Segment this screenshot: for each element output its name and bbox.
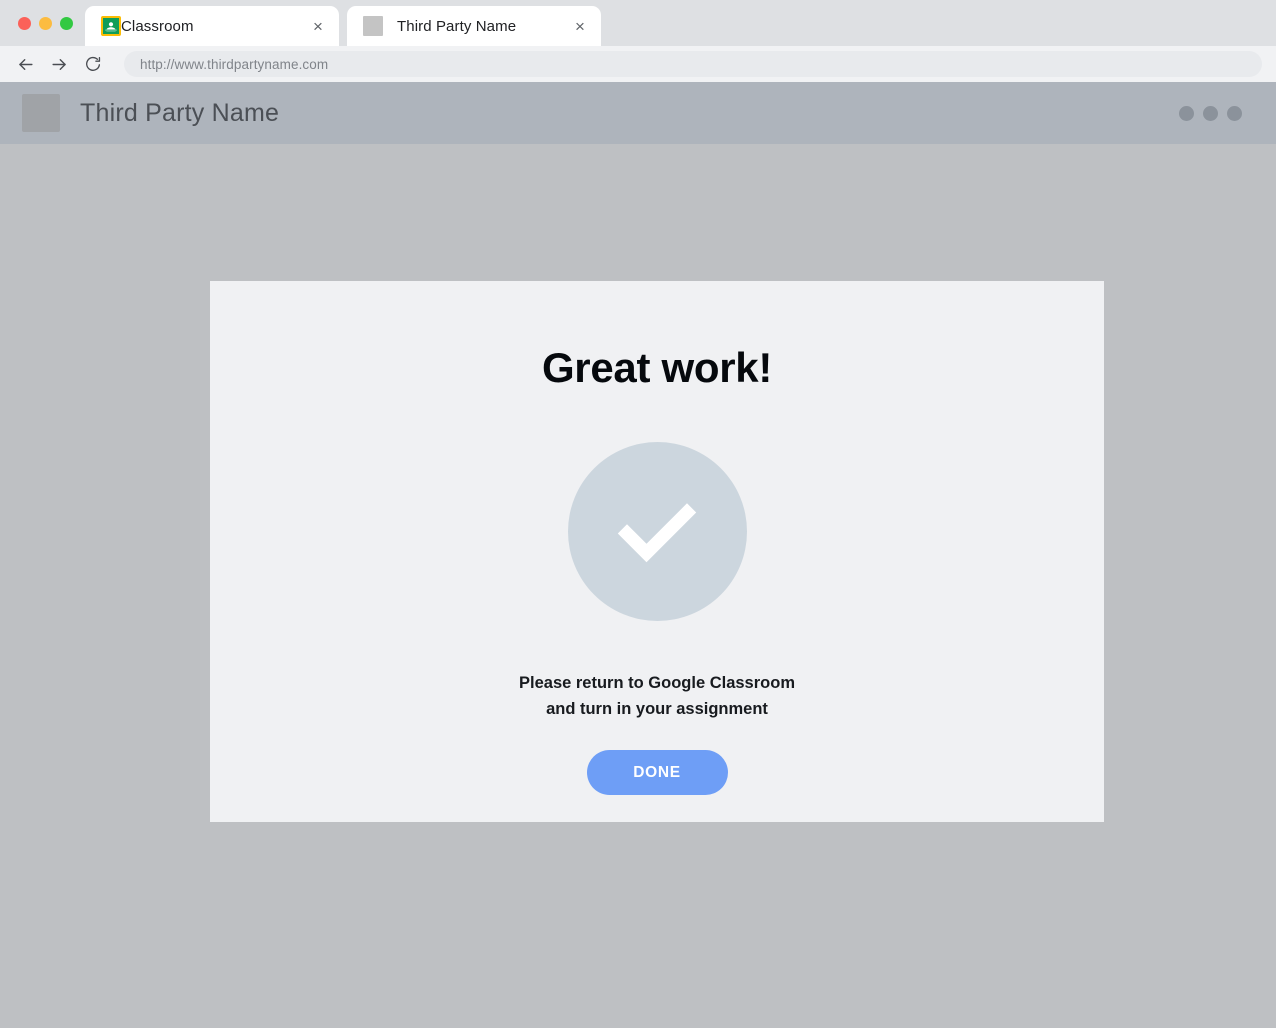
forward-icon[interactable] [44,49,74,79]
site-header-brand: Third Party Name [22,94,279,132]
page-title: Great work! [541,344,773,391]
check-circle-icon [567,442,747,621]
url-text: http://www.thirdpartyname.com [140,56,329,72]
tab-strip: Classroom × Third Party Name × [0,0,1276,46]
site-header: Third Party Name [0,82,1276,144]
reload-icon[interactable] [78,49,108,79]
instruction-line-2: and turn in your assignment [546,700,768,718]
completion-card: Great work! Please return to Google Clas… [210,281,1104,822]
close-icon[interactable]: × [569,15,591,37]
site-logo-placeholder-icon [22,94,60,132]
site-title: Third Party Name [80,98,280,127]
menu-dot-icon [1227,105,1242,121]
tab-title: Third Party Name [397,17,517,35]
close-window-button[interactable] [18,17,31,30]
browser-toolbar: http://www.thirdpartyname.com [0,46,1276,82]
google-classroom-icon [101,16,121,36]
placeholder-favicon-icon [363,16,383,36]
address-bar[interactable]: http://www.thirdpartyname.com [124,51,1262,77]
tab-classroom[interactable]: Classroom × [85,6,339,46]
tab-third-party-name[interactable]: Third Party Name × [347,6,601,46]
maximize-window-button[interactable] [60,17,73,30]
site-header-menu-dots[interactable] [1179,105,1242,121]
instruction-line-1: Please return to Google Classroom [519,674,795,692]
minimize-window-button[interactable] [39,17,52,30]
window-controls [10,17,85,46]
page-viewport: Third Party Name Great work! Please retu… [0,82,1276,1028]
done-button[interactable]: DONE [586,750,728,795]
browser-window: Classroom × Third Party Name × http://ww… [0,0,1276,1028]
back-icon[interactable] [10,49,40,79]
close-icon[interactable]: × [307,15,329,37]
tab-title: Classroom [121,17,194,35]
menu-dot-icon [1179,105,1194,121]
menu-dot-icon [1203,105,1218,121]
instruction-text: Please return to Google Classroom and tu… [210,670,1104,722]
